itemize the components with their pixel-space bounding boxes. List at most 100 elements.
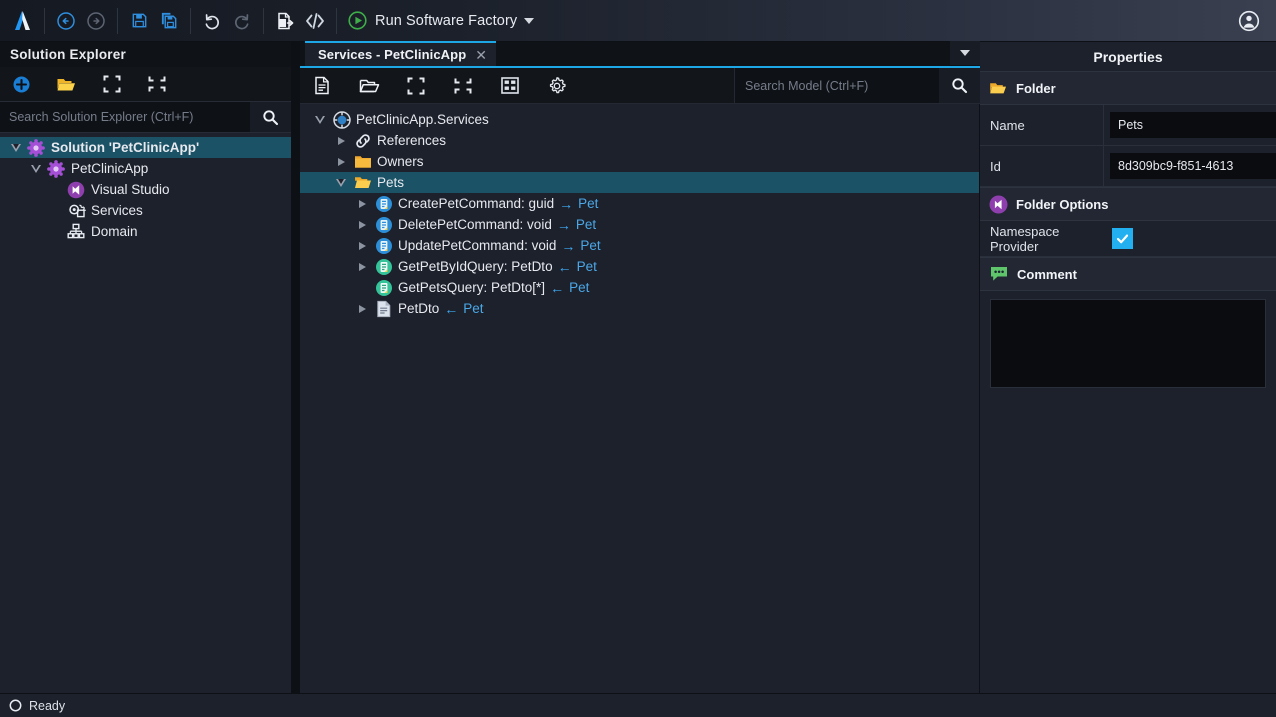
solution-tree-item[interactable]: Visual Studio [0, 179, 291, 200]
package-icon [331, 110, 352, 129]
expander-collapse-icon[interactable] [336, 178, 347, 187]
run-software-factory-button[interactable]: Run Software Factory [343, 6, 541, 36]
properties-section-label: Folder Options [1016, 196, 1109, 212]
new-element-button[interactable] [308, 72, 336, 100]
relationship-arrow-icon: → [559, 195, 574, 212]
save-all-button[interactable] [154, 6, 184, 36]
open-button[interactable] [355, 72, 383, 100]
expander[interactable] [6, 143, 26, 152]
main-toolbar: Run Software Factory [0, 0, 1276, 41]
application-window: Run Software Factory Solution Explorer S… [0, 0, 1276, 717]
expander[interactable] [310, 115, 331, 124]
close-icon[interactable]: ✕ [475, 48, 487, 62]
expander[interactable] [352, 262, 373, 271]
solution-tree-item[interactable]: Solution 'PetClinicApp' [0, 137, 291, 158]
search-model-input[interactable] [735, 68, 939, 103]
visual-studio-icon [989, 195, 1008, 214]
domain-icon [66, 223, 86, 241]
collapse-all-button[interactable] [143, 71, 170, 98]
play-circle-icon [347, 10, 368, 31]
open-folder-button[interactable] [53, 71, 80, 98]
model-tree-item[interactable]: GetPetsQuery: PetDto[*] ← Pet [300, 277, 979, 298]
redo-button[interactable] [227, 6, 257, 36]
model-tree-item[interactable]: PetDto ← Pet [300, 298, 979, 319]
id-field[interactable] [1110, 153, 1276, 179]
back-button[interactable] [51, 6, 81, 36]
model-tree-item[interactable]: GetPetByIdQuery: PetDto ← Pet [300, 256, 979, 277]
model-tree-item-target: Pet [576, 259, 597, 274]
settings-button[interactable] [543, 72, 571, 100]
check-icon [1115, 231, 1130, 246]
search-icon [262, 109, 279, 126]
solution-tree-item[interactable]: Domain [0, 221, 291, 242]
undo-button[interactable] [197, 6, 227, 36]
model-tree[interactable]: PetClinicApp.Services References Owners Pet… [300, 104, 979, 693]
model-tree-item[interactable]: UpdatePetCommand: void → Pet [300, 235, 979, 256]
expander[interactable] [352, 304, 373, 313]
id-label: Id [980, 146, 1104, 186]
solution-tree[interactable]: Solution 'PetClinicApp' PetClinicApp Visua… [0, 133, 291, 693]
expander[interactable] [352, 199, 373, 208]
expander-expand-icon[interactable] [359, 241, 366, 250]
comment-area [980, 291, 1276, 393]
model-tree-item[interactable]: References [300, 130, 979, 151]
command-icon [373, 195, 394, 213]
expander[interactable] [352, 241, 373, 250]
name-field[interactable] [1110, 112, 1276, 138]
model-tree-item[interactable]: CreatePetCommand: guid → Pet [300, 193, 979, 214]
intent-architect-logo-icon [8, 6, 38, 36]
properties-section-label: Comment [1017, 266, 1077, 282]
expander-expand-icon[interactable] [338, 136, 345, 145]
panel-splitter[interactable] [291, 41, 300, 693]
expand-all-button[interactable] [402, 72, 430, 100]
solution-icon [26, 138, 46, 157]
expander[interactable] [331, 136, 352, 145]
comment-textarea[interactable] [990, 299, 1266, 388]
editor-area: Services - PetClinicApp ✕ Search Model (… [300, 41, 980, 693]
expander[interactable] [352, 220, 373, 229]
expander-collapse-icon[interactable] [315, 115, 326, 124]
properties-panel: Properties Folder Name Id [980, 41, 1276, 693]
solution-tree-item[interactable]: PetClinicApp [0, 158, 291, 179]
expander-expand-icon[interactable] [359, 304, 366, 313]
expander-expand-icon[interactable] [359, 199, 366, 208]
model-tree-item-label: GetPetByIdQuery: PetDto [398, 259, 553, 274]
expander[interactable] [331, 178, 352, 187]
model-tree-item-label: GetPetsQuery: PetDto[*] [398, 280, 546, 295]
command-icon [373, 216, 394, 234]
export-button[interactable] [270, 6, 300, 36]
tab-label: Services - PetClinicApp [318, 47, 467, 62]
user-account-button[interactable] [1232, 4, 1266, 38]
expander-collapse-icon[interactable] [30, 164, 42, 173]
folder-closed-icon [352, 153, 373, 171]
namespace-provider-checkbox[interactable] [1112, 228, 1133, 249]
solution-tree-item-label: Domain [91, 224, 138, 239]
tab-list-menu-button[interactable] [950, 41, 980, 65]
expander-expand-icon[interactable] [359, 262, 366, 271]
forward-button[interactable] [81, 6, 111, 36]
expander-collapse-icon[interactable] [10, 143, 22, 152]
toolbar-separator [336, 7, 337, 34]
solution-explorer-title: Solution Explorer [0, 42, 291, 67]
save-button[interactable] [124, 6, 154, 36]
property-row-namespace-provider: Namespace Provider [980, 221, 1276, 257]
model-search-button[interactable] [939, 68, 980, 103]
model-tree-item[interactable]: Pets [300, 172, 979, 193]
expand-all-button[interactable] [98, 71, 125, 98]
search-button[interactable] [250, 102, 291, 132]
designer-button[interactable] [496, 72, 524, 100]
code-button[interactable] [300, 6, 330, 36]
model-tree-item[interactable]: PetClinicApp.Services [300, 109, 979, 130]
model-tree-item[interactable]: DeletePetCommand: void → Pet [300, 214, 979, 235]
search-solution-explorer-input[interactable] [0, 102, 250, 132]
model-tree-item[interactable]: Owners [300, 151, 979, 172]
add-button[interactable] [8, 71, 35, 98]
model-tree-item-target: Pet [578, 196, 599, 211]
solution-tree-item[interactable]: Services [0, 200, 291, 221]
collapse-all-button[interactable] [449, 72, 477, 100]
tab-services-petclinicapp[interactable]: Services - PetClinicApp ✕ [305, 41, 496, 66]
expander[interactable] [26, 164, 46, 173]
expander-expand-icon[interactable] [338, 157, 345, 166]
expander-expand-icon[interactable] [359, 220, 366, 229]
expander[interactable] [331, 157, 352, 166]
